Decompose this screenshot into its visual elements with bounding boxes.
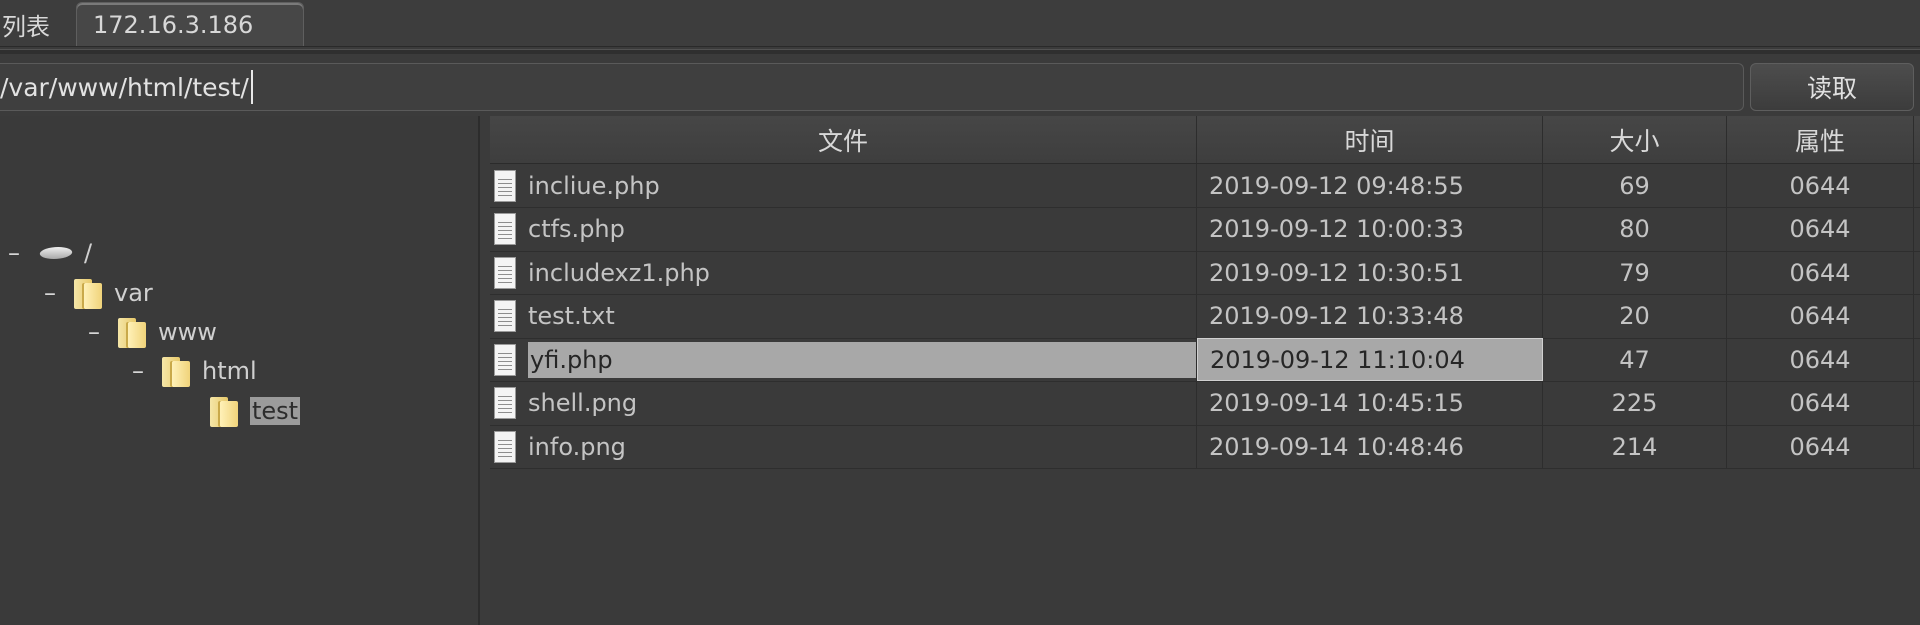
file-icon <box>494 169 516 202</box>
table-row[interactable]: incliue.php 2019-09-12 09:48:55 69 0644 <box>490 164 1920 208</box>
file-name: test.txt <box>528 302 615 330</box>
tab-host[interactable]: 172.16.3.186 <box>76 2 304 46</box>
file-name-cell[interactable]: ctfs.php <box>490 207 1197 251</box>
file-size-cell[interactable]: 214 <box>1543 425 1727 468</box>
table-row[interactable]: includexz1.php 2019-09-12 10:30:51 79 0644 <box>490 251 1920 295</box>
directory-tree: – / – var – www – html test <box>0 116 480 625</box>
file-attr-cell[interactable]: 0644 <box>1727 294 1914 338</box>
table-row[interactable]: ctfs.php 2019-09-12 10:00:33 80 0644 <box>490 207 1920 252</box>
file-name: ctfs.php <box>528 215 625 243</box>
file-name: yfi.php <box>528 341 1196 378</box>
column-header-size[interactable]: 大小 <box>1543 116 1727 163</box>
file-table: 文件 时间 大小 属性 incliue.php 2019-09-12 09:48:… <box>490 116 1920 625</box>
file-icon <box>494 430 516 463</box>
column-header-time[interactable]: 时间 <box>1197 116 1543 163</box>
tab-host-label: 172.16.3.186 <box>93 10 254 39</box>
table-header: 文件 时间 大小 属性 <box>490 116 1920 164</box>
file-name: info.png <box>528 432 626 461</box>
file-name-cell[interactable]: incliue.php <box>490 164 1197 207</box>
tree-node-var[interactable]: – var <box>40 275 153 311</box>
collapse-toggle-icon[interactable]: – <box>40 279 60 307</box>
table-row[interactable]: info.png 2019-09-14 10:48:46 214 0644 <box>490 425 1920 469</box>
file-attr-cell[interactable]: 0644 <box>1727 425 1914 468</box>
file-size-cell[interactable]: 20 <box>1543 294 1727 338</box>
path-input-value: /var/www/html/test/ <box>0 72 249 102</box>
file-attr-cell[interactable]: 0644 <box>1727 207 1914 251</box>
table-row[interactable]: yfi.php 2019-09-12 11:10:04 47 0644 <box>490 338 1920 382</box>
column-header-file[interactable]: 文件 <box>490 116 1197 163</box>
tree-node-html[interactable]: – html <box>128 353 257 389</box>
file-time-cell[interactable]: 2019-09-12 10:30:51 <box>1197 251 1543 294</box>
folder-icon <box>210 395 238 427</box>
tree-node-root[interactable]: – / <box>4 235 92 271</box>
tree-node-label: / <box>84 239 93 267</box>
file-icon <box>494 387 516 419</box>
file-time-cell[interactable]: 2019-09-12 10:33:48 <box>1197 294 1543 338</box>
folder-icon <box>74 277 102 309</box>
file-size-cell[interactable]: 69 <box>1543 164 1727 207</box>
collapse-toggle-icon[interactable]: – <box>4 239 24 267</box>
tab-bar: 列表 172.16.3.186 <box>0 0 1920 47</box>
file-name-cell[interactable]: shell.png <box>490 381 1197 425</box>
folder-icon <box>162 355 190 387</box>
collapse-toggle-icon[interactable]: – <box>128 357 148 385</box>
file-attr-cell[interactable]: 0644 <box>1727 338 1914 381</box>
file-time-cell[interactable]: 2019-09-12 10:00:33 <box>1197 207 1543 251</box>
read-button[interactable]: 读取 <box>1750 63 1914 111</box>
file-icon <box>494 256 516 289</box>
tab-divider <box>0 49 1920 54</box>
file-icon <box>494 343 516 376</box>
file-name-cell[interactable]: info.png <box>490 425 1197 468</box>
file-size-cell[interactable]: 79 <box>1543 251 1727 294</box>
file-icon <box>494 213 516 245</box>
file-name-cell[interactable]: includexz1.php <box>490 251 1197 294</box>
table-row[interactable]: shell.png 2019-09-14 10:45:15 225 0644 <box>490 381 1920 426</box>
tab-list[interactable]: 列表 <box>0 2 74 46</box>
file-name: incliue.php <box>528 171 660 200</box>
table-row[interactable]: test.txt 2019-09-12 10:33:48 20 0644 <box>490 294 1920 339</box>
tab-list-label: 列表 <box>2 12 50 41</box>
file-time-cell[interactable]: 2019-09-12 09:48:55 <box>1197 164 1543 207</box>
tree-node-label: html <box>202 357 257 385</box>
read-button-label: 读取 <box>1806 74 1857 103</box>
file-name-cell[interactable]: test.txt <box>490 294 1197 338</box>
file-time-cell[interactable]: 2019-09-14 10:48:46 <box>1197 425 1543 468</box>
file-attr-cell[interactable]: 0644 <box>1727 251 1914 294</box>
column-header-attr[interactable]: 属性 <box>1727 116 1914 163</box>
file-time-cell[interactable]: 2019-09-14 10:45:15 <box>1197 381 1543 425</box>
tree-node-label: var <box>114 279 153 307</box>
file-size-cell[interactable]: 47 <box>1543 338 1727 381</box>
file-time-cell[interactable]: 2019-09-12 11:10:04 <box>1197 338 1543 381</box>
path-input[interactable]: /var/www/html/test/ <box>0 63 1744 111</box>
file-icon <box>494 300 516 332</box>
drive-icon <box>38 244 74 262</box>
text-caret <box>250 70 253 104</box>
file-attr-cell[interactable]: 0644 <box>1727 381 1914 425</box>
file-name-cell[interactable]: yfi.php <box>490 338 1197 381</box>
tree-node-test[interactable]: test <box>176 393 301 429</box>
file-size-cell[interactable]: 80 <box>1543 207 1727 251</box>
tree-node-label: test <box>250 397 301 425</box>
file-name: shell.png <box>528 389 638 417</box>
tree-node-www[interactable]: – www <box>84 314 217 350</box>
file-name: includexz1.php <box>528 258 710 287</box>
file-attr-cell[interactable]: 0644 <box>1727 164 1914 207</box>
file-size-cell[interactable]: 225 <box>1543 381 1727 425</box>
collapse-toggle-icon[interactable]: – <box>84 318 104 346</box>
tree-node-label: www <box>158 318 217 346</box>
folder-icon <box>118 316 146 348</box>
